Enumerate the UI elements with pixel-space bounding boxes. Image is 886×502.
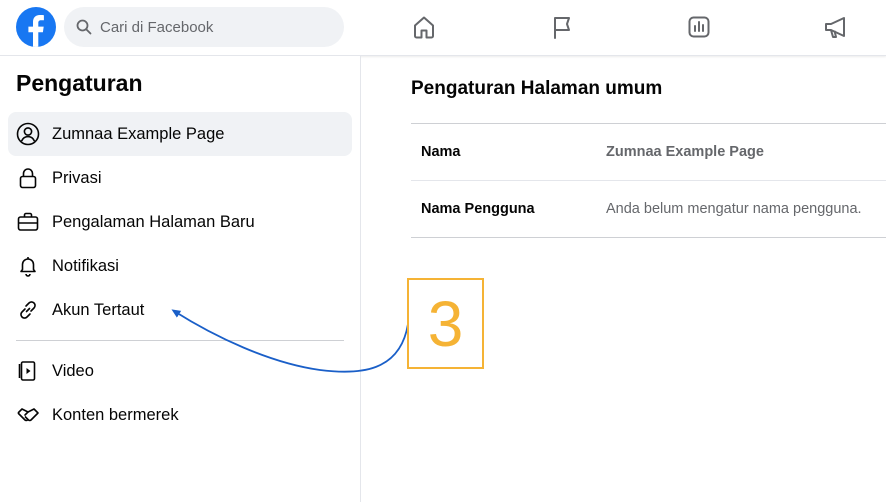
sidebar-item-new-page-experience[interactable]: Pengalaman Halaman Baru: [8, 200, 352, 244]
insights-chart-icon[interactable]: [685, 12, 713, 42]
setting-key: Nama Pengguna: [421, 201, 535, 217]
sidebar-item-label: Video: [52, 361, 94, 380]
sidebar-item-label: Konten bermerek: [52, 405, 179, 424]
flag-icon[interactable]: [548, 12, 576, 42]
sidebar-item-label: Privasi: [52, 168, 102, 187]
settings-table: Nama Zumnaa Example Page Nama Pengguna A…: [411, 123, 886, 238]
search-icon: [76, 19, 92, 35]
settings-row-name[interactable]: Nama Zumnaa Example Page: [411, 124, 886, 181]
sidebar-item-label: Akun Tertaut: [52, 300, 145, 319]
video-icon: [16, 359, 40, 383]
setting-key: Nama: [421, 144, 461, 160]
setting-value: Zumnaa Example Page: [606, 144, 764, 160]
step-number: 3: [427, 287, 464, 360]
profile-icon: [16, 122, 40, 146]
link-icon: [16, 298, 40, 322]
facebook-logo-icon[interactable]: [16, 7, 56, 47]
top-navigation-bar: [0, 0, 886, 56]
sidebar-divider: [16, 340, 344, 341]
sidebar-item-branded-content[interactable]: Konten bermerek: [8, 393, 352, 437]
home-icon[interactable]: [410, 12, 438, 42]
search-input[interactable]: [100, 18, 320, 36]
lock-icon: [16, 166, 40, 190]
setting-value: Anda belum mengatur nama pengguna.: [606, 201, 862, 217]
search-bar[interactable]: [64, 7, 344, 47]
sidebar-item-label: Pengalaman Halaman Baru: [52, 212, 255, 231]
step-number-callout: 3: [407, 278, 484, 369]
sidebar-item-video[interactable]: Video: [8, 349, 352, 393]
settings-row-username[interactable]: Nama Pengguna Anda belum mengatur nama p…: [411, 181, 886, 238]
page-title: Pengaturan Halaman umum: [411, 78, 663, 99]
sidebar-item-label: Notifikasi: [52, 256, 119, 275]
sidebar-item-privacy[interactable]: Privasi: [8, 156, 352, 200]
sidebar-item-page[interactable]: Zumnaa Example Page: [8, 112, 352, 156]
settings-sidebar: Pengaturan Zumnaa Example Page Privasi P…: [0, 56, 361, 502]
sidebar-item-linked-accounts[interactable]: Akun Tertaut: [8, 288, 352, 332]
sidebar-item-notifications[interactable]: Notifikasi: [8, 244, 352, 288]
sidebar-item-label: Zumnaa Example Page: [52, 124, 225, 143]
bell-icon: [16, 254, 40, 278]
briefcase-icon: [16, 210, 40, 234]
sidebar-title: Pengaturan: [16, 70, 143, 96]
megaphone-icon[interactable]: [823, 12, 851, 42]
handshake-icon: [16, 403, 40, 427]
